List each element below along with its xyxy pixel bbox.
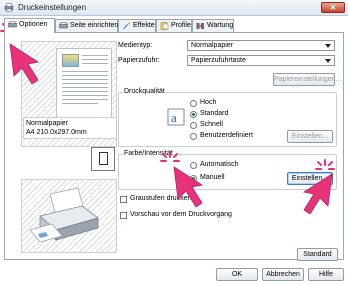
maintenance-icon bbox=[196, 23, 204, 29]
close-button[interactable]: ✕ bbox=[321, 2, 345, 13]
profile-icon bbox=[160, 22, 169, 30]
quality-standard-radio[interactable] bbox=[190, 111, 197, 118]
quality-fast-label: Schnell bbox=[200, 121, 223, 128]
window-title: Druckeinstellungen bbox=[18, 3, 87, 12]
quality-fast-radio[interactable] bbox=[190, 122, 197, 129]
chevron-down-icon bbox=[325, 59, 331, 63]
click-burst-icon bbox=[315, 159, 335, 170]
quality-standard-label: Standard bbox=[200, 110, 229, 117]
media-type-label: Medientyp: bbox=[118, 42, 153, 49]
pointer-arrow-icon bbox=[9, 43, 40, 85]
chevron-down-icon bbox=[325, 44, 331, 48]
tab-profile[interactable]: Profile bbox=[156, 19, 192, 32]
tab-maintenance-label: Wartung bbox=[207, 22, 234, 29]
tab-maintenance[interactable]: Wartung bbox=[192, 19, 234, 32]
quality-custom-label: Benutzerdefiniert bbox=[200, 132, 253, 139]
paper-settings-button[interactable]: Papiereinstellungen... bbox=[273, 73, 341, 86]
paper-sheet-preview bbox=[56, 48, 112, 120]
tab-page-setup-label: Seite einrichten bbox=[70, 22, 119, 29]
print-settings-window: Druckeinstellungen ✕ Optionen Seite einr… bbox=[0, 0, 348, 286]
options-icon bbox=[8, 21, 17, 28]
click-burst-icon bbox=[160, 151, 180, 162]
standard-button[interactable]: Standard bbox=[297, 248, 338, 261]
page-setup-icon bbox=[59, 22, 68, 29]
media-type-value: Normalpapier bbox=[191, 42, 234, 49]
preview-checkbox[interactable] bbox=[120, 212, 127, 219]
tab-options[interactable]: Optionen bbox=[4, 18, 55, 33]
print-quality-group: Druckqualität Hoch Standard Schnell Benu… bbox=[118, 88, 337, 147]
printer-icon bbox=[29, 187, 99, 243]
help-button[interactable]: Hilfe bbox=[308, 268, 344, 281]
quality-custom-radio[interactable] bbox=[190, 133, 197, 140]
ok-button[interactable]: OK bbox=[216, 268, 258, 281]
paper-source-select[interactable]: Papierzufuhrtaste bbox=[187, 55, 335, 66]
orientation-portrait-icon bbox=[91, 147, 115, 171]
paper-info-size: A4 210.0x297.0mm bbox=[26, 129, 87, 136]
print-quality-title: Druckqualität bbox=[123, 88, 166, 95]
image-thumbnail-icon bbox=[62, 54, 79, 67]
tab-profile-label: Profile bbox=[171, 22, 191, 29]
tab-options-label: Optionen bbox=[19, 21, 48, 28]
options-panel: Normalpapier A4 210.0x297.0mm Medientyp:… bbox=[4, 32, 344, 261]
print-quality-icon: a bbox=[167, 108, 185, 126]
printer-illustration bbox=[21, 179, 117, 253]
paper-info-box: Normalpapier A4 210.0x297.0mm bbox=[23, 117, 117, 139]
paper-source-value: Papierzufuhrtaste bbox=[191, 57, 246, 64]
printer-icon bbox=[4, 3, 14, 12]
paper-source-label: Papierzufuhr: bbox=[118, 57, 160, 64]
svg-text:a: a bbox=[171, 110, 177, 125]
quality-settings-button[interactable]: Einstellen... bbox=[287, 130, 333, 143]
effects-icon bbox=[123, 22, 131, 29]
title-bar: Druckeinstellungen ✕ bbox=[0, 0, 348, 16]
tab-effects-label: Effekte bbox=[133, 22, 155, 29]
quality-high-radio[interactable] bbox=[190, 100, 197, 107]
media-type-select[interactable]: Normalpapier bbox=[187, 40, 335, 51]
tab-page-setup[interactable]: Seite einrichten bbox=[55, 19, 118, 32]
tab-effects[interactable]: Effekte bbox=[118, 19, 156, 32]
cancel-button[interactable]: Abbrechen bbox=[262, 268, 304, 281]
grayscale-checkbox[interactable] bbox=[120, 196, 127, 203]
quality-high-label: Hoch bbox=[200, 99, 217, 106]
preview-label: Vorschau vor dem Druckvorgang bbox=[130, 211, 232, 218]
paper-info-type: Normalpapier bbox=[26, 120, 69, 127]
